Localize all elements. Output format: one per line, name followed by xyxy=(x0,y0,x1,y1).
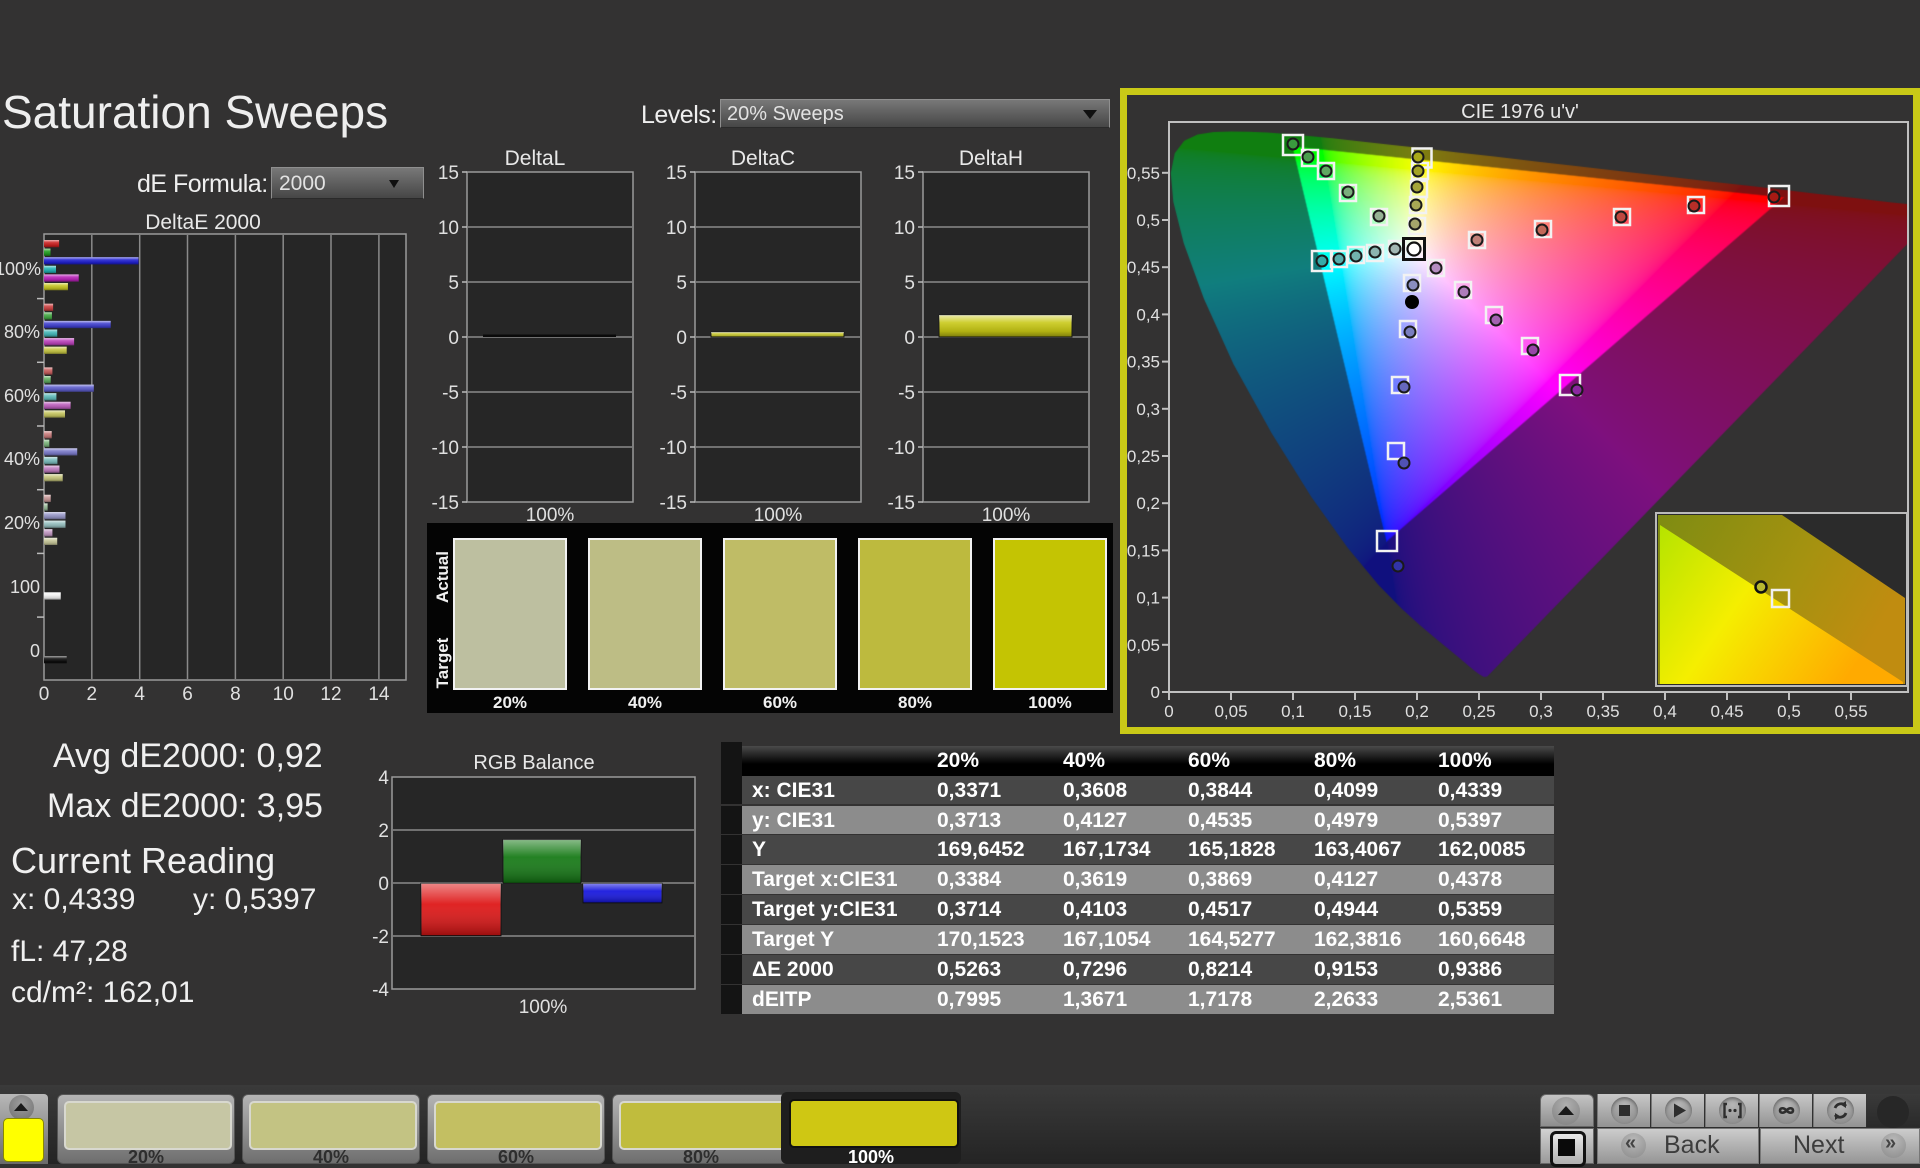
svg-text:80%: 80% xyxy=(4,322,40,342)
svg-text:0,2: 0,2 xyxy=(1405,702,1429,721)
svg-text:5: 5 xyxy=(676,273,687,294)
svg-text:0,1: 0,1 xyxy=(1136,589,1160,608)
svg-text:6: 6 xyxy=(182,684,193,705)
svg-text:0: 0 xyxy=(378,874,389,895)
svg-text:0: 0 xyxy=(39,684,50,705)
svg-text:100%: 100% xyxy=(0,259,41,279)
svg-text:2: 2 xyxy=(378,821,389,842)
svg-text:0,3: 0,3 xyxy=(1529,702,1553,721)
svg-text:0,5: 0,5 xyxy=(1777,702,1801,721)
svg-text:0,5: 0,5 xyxy=(1136,211,1160,230)
svg-text:0,4: 0,4 xyxy=(1653,702,1677,721)
svg-text:0,45: 0,45 xyxy=(1127,258,1160,277)
svg-text:DeltaC: DeltaC xyxy=(731,147,795,170)
svg-text:-10: -10 xyxy=(432,438,459,459)
svg-text:DeltaL: DeltaL xyxy=(505,147,566,170)
svg-text:RGB Balance: RGB Balance xyxy=(473,752,594,774)
svg-text:0,05: 0,05 xyxy=(1127,636,1160,655)
svg-text:10: 10 xyxy=(666,218,687,239)
svg-text:0,05: 0,05 xyxy=(1214,702,1247,721)
svg-text:-15: -15 xyxy=(660,493,687,514)
svg-text:100: 100 xyxy=(10,577,40,597)
svg-text:0,15: 0,15 xyxy=(1127,541,1160,560)
svg-text:DeltaE 2000: DeltaE 2000 xyxy=(145,211,261,234)
svg-text:20%: 20% xyxy=(4,513,40,533)
svg-text:0,2: 0,2 xyxy=(1136,494,1160,513)
svg-text:0,55: 0,55 xyxy=(1127,164,1160,183)
svg-text:0,15: 0,15 xyxy=(1338,702,1371,721)
svg-text:DeltaH: DeltaH xyxy=(959,147,1023,170)
svg-text:-15: -15 xyxy=(432,493,459,514)
svg-text:-15: -15 xyxy=(888,493,915,514)
svg-text:100%: 100% xyxy=(519,997,568,1018)
svg-text:5: 5 xyxy=(448,273,459,294)
svg-text:0,55: 0,55 xyxy=(1834,702,1867,721)
svg-text:0,3: 0,3 xyxy=(1136,400,1160,419)
svg-text:0,25: 0,25 xyxy=(1127,447,1160,466)
svg-text:0,45: 0,45 xyxy=(1710,702,1743,721)
svg-text:-5: -5 xyxy=(898,383,915,404)
svg-text:4: 4 xyxy=(134,684,145,705)
svg-text:0,1: 0,1 xyxy=(1281,702,1305,721)
svg-text:0: 0 xyxy=(1164,702,1173,721)
svg-text:0,25: 0,25 xyxy=(1462,702,1495,721)
svg-text:2: 2 xyxy=(87,684,98,705)
svg-text:0,35: 0,35 xyxy=(1127,353,1160,372)
svg-text:8: 8 xyxy=(230,684,241,705)
svg-text:-10: -10 xyxy=(660,438,687,459)
svg-text:60%: 60% xyxy=(4,386,40,406)
svg-text:10: 10 xyxy=(894,218,915,239)
svg-text:0,35: 0,35 xyxy=(1586,702,1619,721)
svg-text:10: 10 xyxy=(438,218,459,239)
svg-text:-5: -5 xyxy=(670,383,687,404)
svg-text:14: 14 xyxy=(368,684,390,705)
svg-text:4: 4 xyxy=(378,768,389,789)
svg-text:15: 15 xyxy=(894,163,915,184)
svg-text:15: 15 xyxy=(438,163,459,184)
svg-text:15: 15 xyxy=(666,163,687,184)
svg-text:-5: -5 xyxy=(442,383,459,404)
svg-text:0: 0 xyxy=(448,328,459,349)
svg-text:-4: -4 xyxy=(372,980,389,1001)
svg-text:-10: -10 xyxy=(888,438,915,459)
svg-text:12: 12 xyxy=(320,684,341,705)
svg-text:5: 5 xyxy=(904,273,915,294)
svg-text:10: 10 xyxy=(273,684,294,705)
svg-text:-2: -2 xyxy=(372,927,389,948)
svg-text:0: 0 xyxy=(1151,683,1160,702)
svg-text:0,4: 0,4 xyxy=(1136,305,1160,324)
svg-text:0: 0 xyxy=(30,641,40,661)
svg-text:0: 0 xyxy=(676,328,687,349)
svg-text:0: 0 xyxy=(904,328,915,349)
svg-text:40%: 40% xyxy=(4,449,40,469)
